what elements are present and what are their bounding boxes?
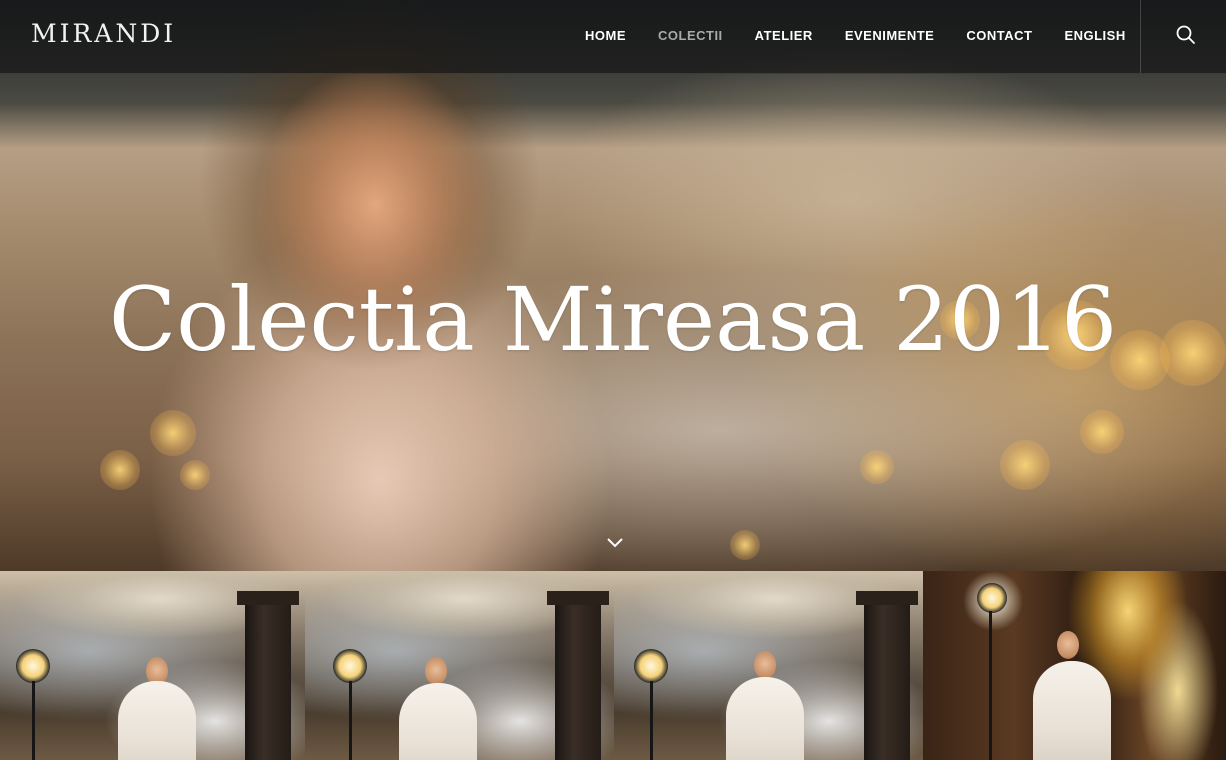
main-nav: HOME COLECTII ATELIER EVENIMENTE CONTACT…: [585, 0, 1126, 70]
search-button[interactable]: [1175, 24, 1197, 46]
gallery-thumbnail[interactable]: [305, 571, 614, 760]
header-divider: [1140, 0, 1141, 73]
gallery-thumbnail[interactable]: [923, 571, 1226, 760]
nav-atelier[interactable]: ATELIER: [755, 28, 813, 43]
gallery-thumbnail[interactable]: [0, 571, 305, 760]
gallery-photo: [0, 571, 305, 760]
gallery-photo: [305, 571, 614, 760]
chevron-down-icon: [607, 538, 623, 548]
search-icon: [1176, 25, 1195, 44]
nav-colectii[interactable]: COLECTII: [658, 28, 723, 43]
site-logo[interactable]: MIRANDI: [31, 19, 176, 48]
nav-evenimente[interactable]: EVENIMENTE: [845, 28, 935, 43]
gallery-strip: [0, 571, 1226, 760]
gallery-thumbnail[interactable]: [614, 571, 923, 760]
site-header: MIRANDI HOME COLECTII ATELIER EVENIMENTE…: [0, 0, 1226, 74]
gallery-photo: [923, 571, 1226, 760]
scroll-down-button[interactable]: [604, 534, 626, 552]
hero-title: Colectia Mireasa 2016: [108, 268, 1118, 371]
nav-english[interactable]: ENGLISH: [1064, 28, 1125, 43]
gallery-photo: [614, 571, 923, 760]
nav-contact[interactable]: CONTACT: [966, 28, 1032, 43]
nav-home[interactable]: HOME: [585, 28, 626, 43]
hero-banner: Colectia Mireasa 2016: [0, 0, 1226, 571]
